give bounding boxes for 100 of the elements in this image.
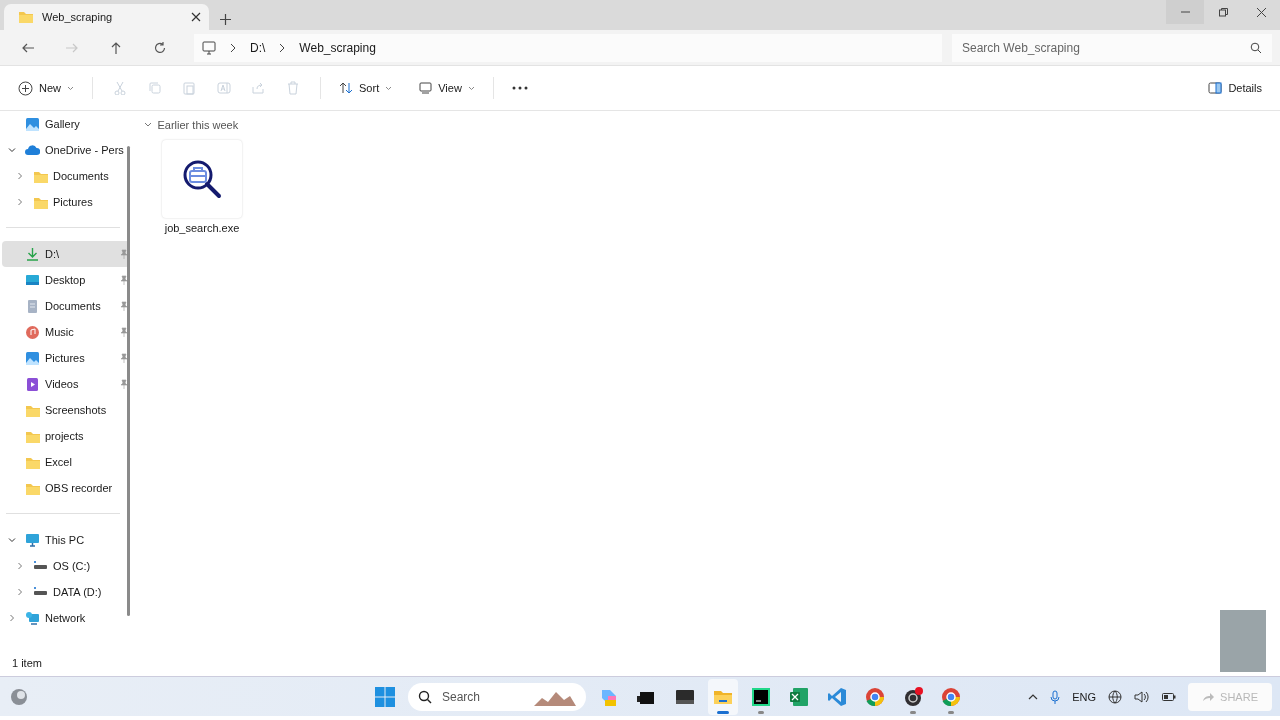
code-editor-icon <box>827 687 847 707</box>
nav-item[interactable]: DATA (D:) <box>2 579 130 605</box>
monitor-icon[interactable] <box>202 40 216 55</box>
search-placeholder: Search Web_scraping <box>962 39 1080 57</box>
view-button[interactable]: View <box>413 75 481 101</box>
sort-icon <box>339 81 353 95</box>
close-icon[interactable] <box>1255 6 1267 18</box>
network-icon <box>25 610 40 626</box>
nav-label: OS (C:) <box>53 558 91 574</box>
status-text: 1 item <box>12 656 42 672</box>
caret-icon <box>67 85 74 91</box>
nav-label: Screenshots <box>45 402 107 418</box>
nav-item[interactable]: Music <box>2 319 130 345</box>
search-icon <box>1250 41 1262 54</box>
group-header[interactable]: Earlier this week <box>157 117 239 134</box>
nav-item[interactable]: Documents <box>2 293 130 319</box>
nav-item[interactable]: Pictures <box>2 345 130 371</box>
video-icon <box>25 376 40 392</box>
music-icon <box>25 324 40 340</box>
document-icon <box>25 298 40 314</box>
nav-item[interactable]: Excel <box>2 449 130 475</box>
search-field[interactable]: Search Web_scraping <box>952 33 1272 62</box>
nav-label: Videos <box>45 376 79 392</box>
restore-icon[interactable] <box>1217 6 1229 18</box>
refresh-icon[interactable] <box>153 40 167 55</box>
nav-item[interactable]: Videos <box>2 371 130 397</box>
breadcrumb-item[interactable]: D:\ <box>250 38 266 57</box>
breadcrumb-item[interactable]: Web_scraping <box>299 38 376 57</box>
language-indicator[interactable]: ENG <box>1072 688 1097 706</box>
nav-label: This PC <box>45 532 85 548</box>
speaker-icon[interactable] <box>1134 690 1151 704</box>
computer-icon <box>25 532 40 548</box>
nav-item[interactable]: OS (C:) <box>2 553 130 579</box>
nav-label: Pictures <box>45 350 85 366</box>
nav-label: Excel <box>45 454 72 470</box>
nav-label: Pictures <box>53 194 93 210</box>
taskbar-search[interactable]: Search <box>408 683 586 711</box>
nav-item[interactable]: OneDrive - Pers <box>2 137 130 163</box>
nav-item[interactable]: Screenshots <box>2 397 130 423</box>
caret-icon <box>385 85 393 91</box>
window-icon <box>675 687 695 707</box>
nav-item[interactable]: Network <box>2 605 130 631</box>
scrollbar[interactable] <box>127 146 130 616</box>
nav-item[interactable]: projects <box>2 423 130 449</box>
nav-item[interactable]: Desktop <box>2 267 130 293</box>
panel-icon <box>1208 82 1223 94</box>
plus-circle-icon <box>18 80 33 96</box>
chevron-down-icon[interactable] <box>144 122 152 129</box>
clipboard-icon[interactable] <box>182 81 197 95</box>
browser-icon <box>941 687 961 707</box>
folder-icon <box>18 9 34 25</box>
desktop-icon <box>25 272 40 288</box>
share-arrow-icon <box>1202 692 1215 702</box>
nav-label: OBS recorder <box>45 480 113 496</box>
sort-button[interactable]: Sort <box>333 75 399 101</box>
more-icon[interactable] <box>511 86 528 90</box>
copilot-icon[interactable] <box>599 687 619 707</box>
nav-label: Desktop <box>45 272 86 288</box>
microphone-icon[interactable] <box>1050 690 1061 704</box>
chevron-down-icon[interactable] <box>8 536 16 544</box>
nav-label: D:\ <box>45 246 60 262</box>
nav-label: Music <box>45 324 74 340</box>
spreadsheet-icon <box>789 687 809 707</box>
nav-label: Documents <box>53 168 109 184</box>
cloud-icon <box>25 142 40 158</box>
chevron-up-icon[interactable] <box>1028 694 1039 700</box>
browser-icon <box>865 687 885 707</box>
nav-label: DATA (D:) <box>53 584 102 600</box>
chevron-right-icon <box>230 42 236 53</box>
picture-icon <box>25 350 40 366</box>
chevron-right-icon <box>279 42 286 53</box>
nav-label: Network <box>45 610 86 626</box>
chevron-down-icon[interactable] <box>8 146 16 154</box>
widget-icon[interactable] <box>10 687 28 706</box>
nav-item[interactable]: Gallery <box>2 111 130 137</box>
new-button[interactable]: New <box>12 75 80 101</box>
nav-label: projects <box>45 428 84 444</box>
recorder-icon <box>903 687 923 707</box>
close-icon[interactable] <box>191 12 201 22</box>
nav-item[interactable]: This PC <box>2 527 130 553</box>
nav-item[interactable]: Pictures <box>2 189 130 215</box>
details-button[interactable]: Details <box>1202 75 1268 101</box>
nav-item[interactable]: OBS recorder <box>2 475 130 501</box>
photo-placeholder <box>1220 610 1266 672</box>
tab[interactable]: Web_scraping <box>4 4 209 30</box>
nav-label: Gallery <box>45 116 80 132</box>
nav-label: Documents <box>45 298 101 314</box>
nav-item[interactable]: Documents <box>2 163 130 189</box>
search-icon <box>418 690 432 704</box>
download-icon <box>25 246 40 262</box>
file-name[interactable]: job_search.exe <box>164 220 240 237</box>
picture-icon <box>25 116 40 132</box>
caret-icon <box>467 85 475 91</box>
up-icon[interactable] <box>109 40 123 55</box>
monitor-icon <box>419 82 433 94</box>
new-tab-icon[interactable] <box>220 13 231 25</box>
nav-item[interactable]: D:\ <box>2 241 130 267</box>
nav-label: OneDrive - Pers <box>45 142 124 158</box>
battery-icon[interactable] <box>1162 693 1177 701</box>
globe-icon[interactable] <box>1108 690 1123 704</box>
